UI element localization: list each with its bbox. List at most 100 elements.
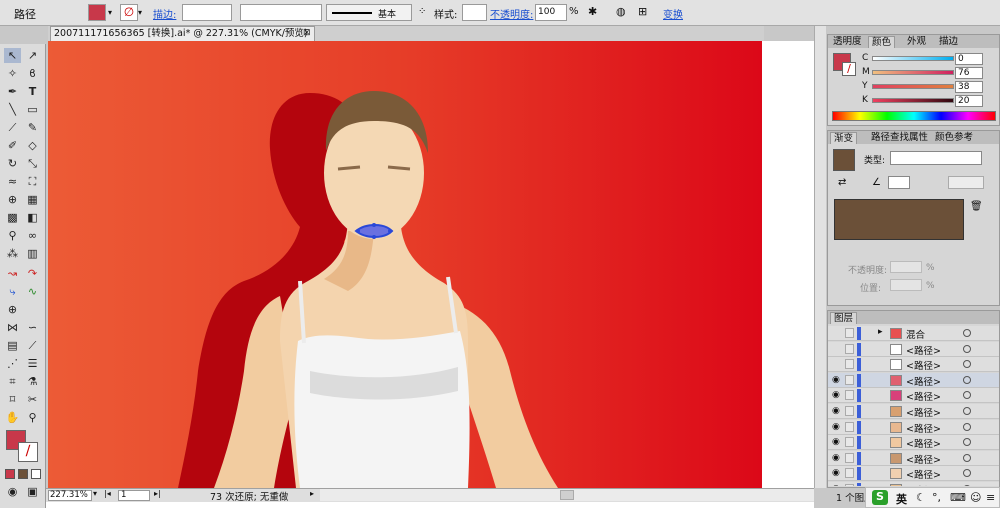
hand-tool-icon[interactable]: ✋ [4,410,21,425]
eraser-icon[interactable]: ◇ [24,138,41,153]
opacity-link[interactable]: 不透明度: [490,6,533,21]
visibility-eye-icon[interactable]: ◉ [832,422,842,432]
rotate-tool-icon[interactable]: ↻ [4,156,21,171]
lasso-icon[interactable]: ϐ [24,66,41,81]
status-menu-icon[interactable]: ▸ [310,489,314,498]
lock-toggle[interactable] [845,452,854,463]
close-tab-icon[interactable]: ⊠ [303,27,311,40]
last-page-icon[interactable]: ▸| [154,489,161,498]
stroke-link[interactable]: 描边: [153,6,176,21]
tab-transparency[interactable]: 透明度 [830,36,865,47]
recolor-icon[interactable]: ⁘ [418,6,426,17]
color-mode-icon[interactable] [5,469,15,479]
magenta-slider[interactable] [872,70,954,75]
pen-tool-icon[interactable]: ✒ [4,84,21,99]
list-tool-icon[interactable]: ☰ [24,356,41,371]
menu-icon[interactable]: ≡ [986,491,995,504]
width-tool-icon[interactable]: ↝ [4,266,21,281]
wave-tool-icon[interactable]: ∽ [24,320,41,335]
visibility-eye-icon[interactable]: ◉ [832,375,842,385]
first-page-icon[interactable]: |◂ [104,489,111,498]
grid-tool-icon[interactable]: ▤ [4,338,21,353]
stroke-dropdown-icon[interactable]: ▾ [138,4,147,21]
color-stroke-swatch[interactable]: ∕ [842,62,856,76]
visibility-eye-icon[interactable] [832,328,842,338]
ime-lang[interactable]: 英 [896,491,907,507]
free-transform-icon[interactable]: ⛶ [24,174,41,189]
stroke-swatch[interactable]: ∅ [120,4,138,21]
warp-tool-icon[interactable]: ≈ [4,174,21,189]
eyedropper-icon[interactable]: ⚲ [4,228,21,243]
lock-toggle[interactable] [845,421,854,432]
fill-swatch[interactable] [88,4,106,21]
slice-tool-icon[interactable]: ⋈ [4,320,21,335]
zoom-tool-icon[interactable]: ⚲ [24,410,41,425]
lock-toggle[interactable] [845,343,854,354]
rectangle-tool-icon[interactable]: ▭ [24,102,41,117]
opacity-input[interactable]: 100 [535,4,567,21]
lock-toggle[interactable] [845,468,854,479]
layer-row[interactable]: ◉ <路径> [828,482,999,486]
tab-stroke[interactable]: 描边 [936,36,961,47]
lock-toggle[interactable] [845,328,854,338]
target-circle-icon[interactable] [963,407,971,415]
visibility-eye-icon[interactable]: ◉ [832,390,842,400]
type-tool-icon[interactable]: T [24,84,41,99]
gradient-slider-bar[interactable] [834,199,964,240]
zoom-dropdown-icon[interactable]: ▾ [93,489,97,498]
moon-icon[interactable]: ☾ [916,491,926,504]
layer-row[interactable]: ◉ <路径> [828,450,999,466]
graphic-style-select[interactable] [462,4,487,21]
fill-dropdown-icon[interactable]: ▾ [108,4,117,21]
perspective-grid-icon[interactable]: ▦ [24,192,41,207]
direct-selection-tool-icon[interactable]: ↗ [24,48,41,63]
smooth-tool-icon[interactable]: ∿ [24,284,41,299]
black-value[interactable]: 20 [955,95,983,107]
layer-row[interactable]: ◉ <路径> [828,388,999,404]
target-circle-icon[interactable] [963,391,971,400]
visibility-eye-icon[interactable] [832,359,842,369]
draw-mode-icon[interactable]: ◉ [4,484,21,499]
punctuation-icon[interactable]: °, [932,491,941,504]
stroke-color-box[interactable]: ∕ [18,442,38,462]
target-circle-icon[interactable] [963,344,971,353]
target-circle-icon[interactable] [963,453,971,462]
target-circle-icon[interactable] [963,438,971,447]
gradient-mode-icon[interactable] [18,469,28,479]
tab-gradient[interactable]: 渐变 [830,132,858,144]
screen-mode-icon[interactable]: ▣ [24,484,41,499]
layer-row[interactable]: ◉ <路径> [828,466,999,482]
vertical-scrollbar[interactable] [814,26,826,488]
artboard-canvas[interactable] [48,41,762,488]
lock-toggle[interactable] [845,359,854,370]
lock-toggle[interactable] [845,484,854,486]
tab-layers[interactable]: 图层 [830,312,858,324]
visibility-eye-icon[interactable]: ◉ [832,468,842,478]
align-icon[interactable]: ⊞ [638,5,647,18]
reverse-gradient-icon[interactable]: ⇄ [838,177,846,188]
target-circle-icon[interactable] [963,422,971,431]
artboard-tool-icon[interactable]: ⌗ [4,374,21,389]
mesh-tool-icon[interactable]: ▩ [4,210,21,225]
layer-row[interactable]: ◉ <路径> [828,419,999,435]
yellow-value[interactable]: 38 [955,81,983,93]
variable-width-select[interactable] [240,4,322,21]
visibility-eye-icon[interactable]: ◉ [832,453,842,463]
aspect-input[interactable] [948,176,984,189]
scale-tool-icon[interactable]: ⤡ [24,156,41,171]
gradient-type-select[interactable] [890,151,982,165]
cyan-value[interactable]: 0 [955,53,983,65]
magenta-value[interactable]: 76 [955,67,983,79]
target-circle-icon[interactable] [963,469,971,478]
zoom-input[interactable]: 227.31% [48,490,92,501]
blob-brush-icon[interactable]: ✐ [4,138,21,153]
column-graph-icon[interactable]: ▥ [24,246,41,261]
gradient-thumb[interactable] [833,149,855,171]
stroke-profile-select[interactable]: 基本 [326,4,412,21]
pencil-icon[interactable]: ✎ [24,120,41,135]
layer-row[interactable]: ◉ <路径> [828,404,999,419]
blend-tool-icon[interactable]: ∞ [24,228,41,243]
visibility-eye-icon[interactable]: ◉ [832,484,842,486]
black-slider[interactable] [872,98,954,103]
join-tool-icon[interactable]: ⤷ [4,284,21,299]
